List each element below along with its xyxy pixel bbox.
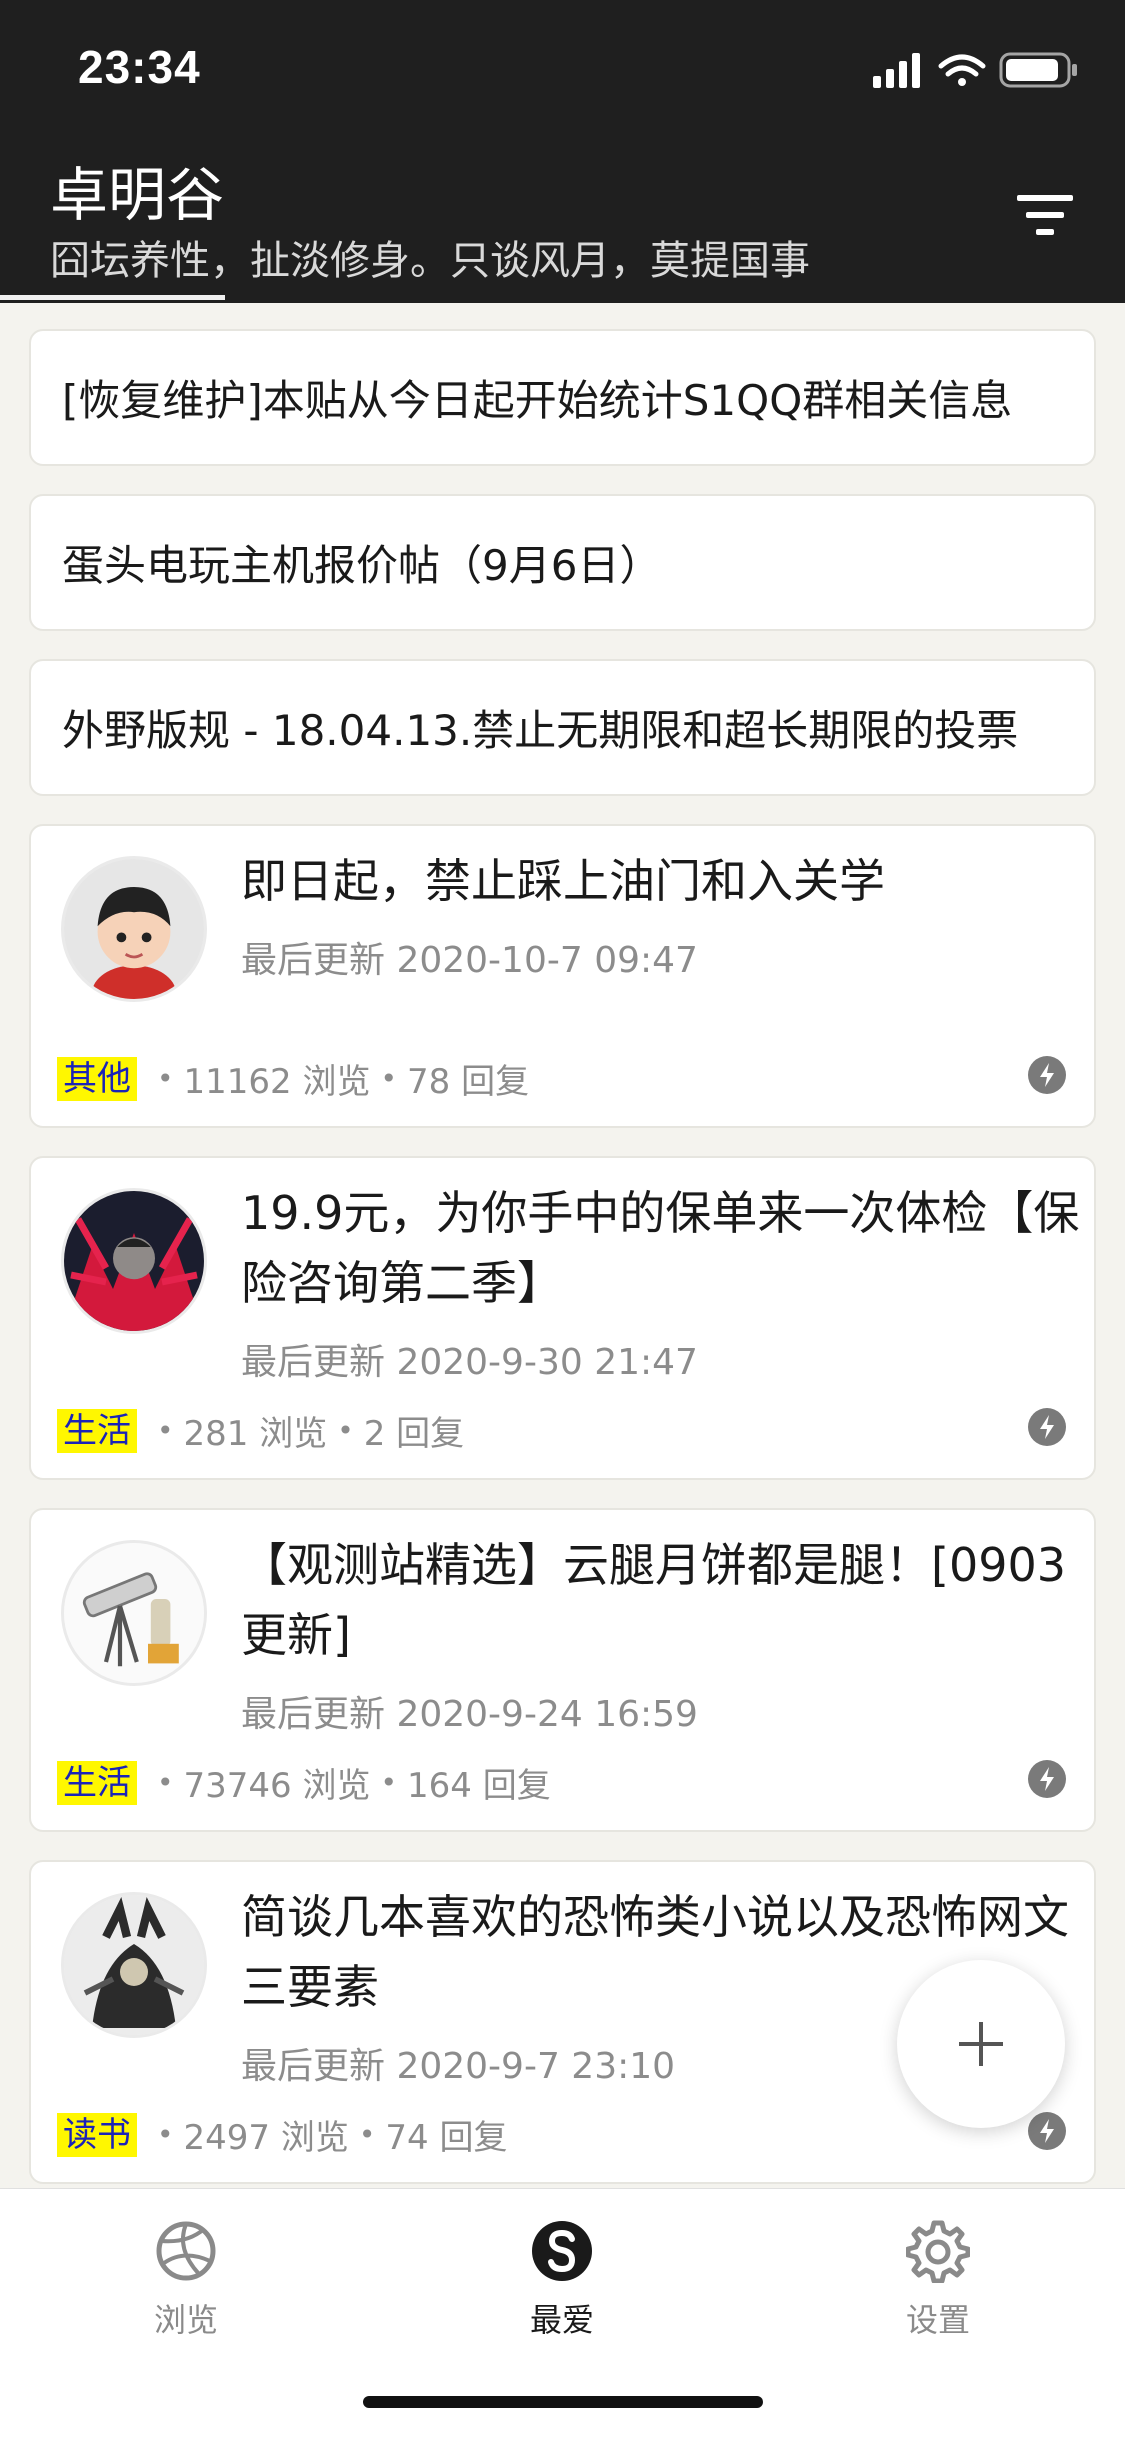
- avatar[interactable]: [61, 1892, 207, 2038]
- new-thread-button[interactable]: [897, 1960, 1065, 2128]
- home-indicator[interactable]: [363, 2396, 763, 2408]
- status-icons: [873, 50, 1083, 90]
- separator-dot: •: [380, 1766, 397, 1799]
- notice-card[interactable]: [恢复维护]本贴从今日起开始统计S1QQ群相关信息: [29, 329, 1096, 466]
- thread-title: 【观测站精选】云腿月饼都是腿！[0903更新]: [241, 1538, 1067, 1662]
- thread-meta: 生活 • 73746 浏览 • 164 回复: [57, 1758, 551, 1807]
- separator-dot: •: [157, 1062, 174, 1095]
- category-tag[interactable]: 生活: [57, 1408, 137, 1453]
- category-tag[interactable]: 读书: [57, 2112, 137, 2157]
- active-tab-indicator: [0, 295, 225, 300]
- app-header: 23:34 卓明谷 囧坛养性，扯淡修身。只谈风月，莫提国事: [0, 0, 1125, 303]
- tab-label: 设置: [905, 2301, 970, 2339]
- bolt-icon[interactable]: [1028, 1056, 1066, 1094]
- notice-title: 蛋头电玩主机报价帖（9月6日）: [62, 541, 662, 590]
- separator-dot: •: [380, 1062, 397, 1095]
- volleyball-icon: [156, 2221, 216, 2281]
- thread-meta: 读书 • 2497 浏览 • 74 回复: [57, 2110, 507, 2159]
- reply-count: 74 回复: [385, 2118, 508, 2158]
- notice-title: [恢复维护]本贴从今日起开始统计S1QQ群相关信息: [62, 376, 1013, 425]
- signal-icon: [873, 53, 920, 88]
- separator-dot: •: [157, 2118, 174, 2151]
- thread-updated: 最后更新 2020-10-7 09:47: [241, 940, 698, 981]
- bolt-icon[interactable]: [1028, 1760, 1066, 1798]
- thread-updated: 最后更新 2020-9-7 23:10: [241, 2046, 676, 2087]
- thread-title: 19.9元，为你手中的保单来一次体检【保险咨询第二季】: [241, 1186, 1080, 1310]
- separator-dot: •: [157, 1766, 174, 1799]
- reply-count: 164 回复: [407, 1766, 551, 1806]
- status-time: 23:34: [78, 41, 201, 93]
- thread-updated: 最后更新 2020-9-30 21:47: [241, 1342, 698, 1383]
- separator-dot: •: [337, 1414, 354, 1447]
- notice-card[interactable]: 外野版规 - 18.04.13.禁止无期限和超长期限的投票: [29, 659, 1096, 796]
- thread-updated: 最后更新 2020-9-24 16:59: [241, 1694, 698, 1735]
- category-tag[interactable]: 生活: [57, 1760, 137, 1805]
- view-count: 281 浏览: [183, 1414, 328, 1454]
- view-count: 2497 浏览: [183, 2118, 349, 2158]
- s-logo-icon: [532, 2221, 592, 2281]
- avatar[interactable]: [61, 1540, 207, 1686]
- tab-label: 浏览: [153, 2301, 218, 2339]
- separator-dot: •: [157, 1414, 174, 1447]
- thread-card[interactable]: 19.9元，为你手中的保单来一次体检【保险咨询第二季】 最后更新 2020-9-…: [29, 1156, 1096, 1480]
- battery-icon: [999, 52, 1077, 88]
- tab-favorites[interactable]: 最爱: [462, 2219, 662, 2341]
- thread-card[interactable]: 【观测站精选】云腿月饼都是腿！[0903更新] 最后更新 2020-9-24 1…: [29, 1508, 1096, 1832]
- bolt-icon[interactable]: [1028, 1408, 1066, 1446]
- filter-lines-icon: [1017, 195, 1073, 235]
- filter-button[interactable]: [1015, 190, 1075, 240]
- reply-count: 2 回复: [363, 1414, 465, 1454]
- category-tag[interactable]: 其他: [57, 1056, 137, 1101]
- view-count: 73746 浏览: [183, 1766, 371, 1806]
- plus-icon: [959, 2022, 1003, 2066]
- tab-settings[interactable]: 设置: [838, 2219, 1038, 2341]
- bolt-icon[interactable]: [1028, 2112, 1066, 2150]
- reply-count: 78 回复: [407, 1062, 530, 1102]
- separator-dot: •: [358, 2118, 376, 2151]
- avatar[interactable]: [61, 856, 207, 1002]
- gear-icon: [906, 2220, 970, 2283]
- thread-card[interactable]: 即日起，禁止踩上油门和入关学 最后更新 2020-10-7 09:47 其他 •…: [29, 824, 1096, 1128]
- forum-title: 卓明谷: [50, 161, 225, 229]
- thread-meta: 其他 • 11162 浏览 • 78 回复: [57, 1054, 529, 1103]
- thread-meta: 生活 • 281 浏览 • 2 回复: [57, 1406, 464, 1455]
- thread-title: 即日起，禁止踩上油门和入关学: [241, 854, 885, 908]
- tab-label: 最爱: [529, 2301, 594, 2339]
- tab-browse[interactable]: 浏览: [86, 2219, 286, 2341]
- notice-card[interactable]: 蛋头电玩主机报价帖（9月6日）: [29, 494, 1096, 631]
- forum-subtitle: 囧坛养性，扯淡修身。只谈风月，莫提国事: [50, 238, 810, 284]
- view-count: 11162 浏览: [183, 1062, 371, 1102]
- wifi-icon: [938, 54, 986, 86]
- avatar[interactable]: [61, 1188, 207, 1334]
- thread-list: [恢复维护]本贴从今日起开始统计S1QQ群相关信息 蛋头电玩主机报价帖（9月6日…: [0, 303, 1125, 2188]
- notice-title: 外野版规 - 18.04.13.禁止无期限和超长期限的投票: [62, 706, 1019, 755]
